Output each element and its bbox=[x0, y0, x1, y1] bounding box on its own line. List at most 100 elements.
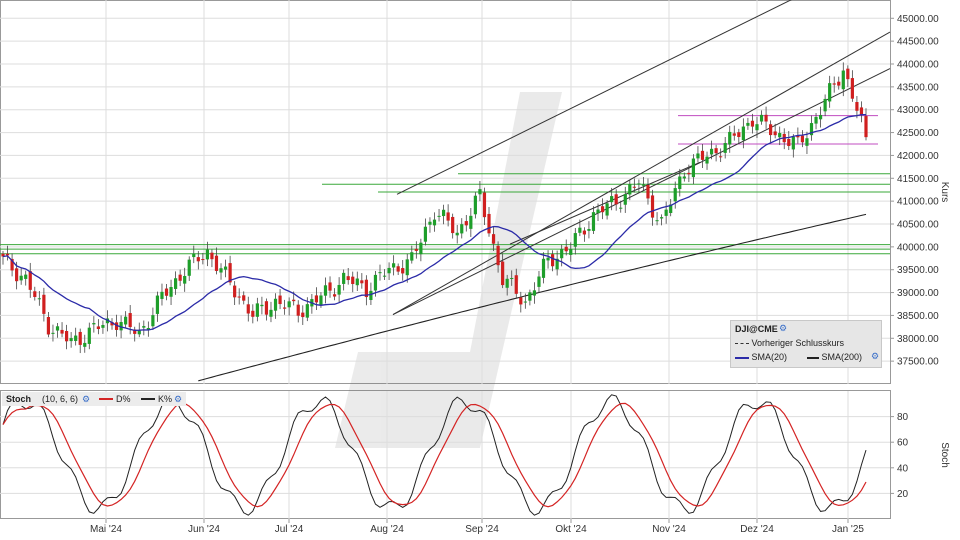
candle-body bbox=[292, 299, 296, 302]
candle-body bbox=[396, 266, 400, 272]
candle-body bbox=[528, 292, 532, 301]
candle-body bbox=[419, 242, 423, 255]
x-tick-label: Mai '24 bbox=[90, 524, 122, 535]
candle-body bbox=[24, 274, 28, 279]
candle-body bbox=[192, 253, 196, 258]
settings-icon[interactable]: ⚙ bbox=[779, 323, 787, 334]
candle-body bbox=[264, 301, 269, 315]
candle-body bbox=[255, 303, 259, 317]
candle-body bbox=[319, 295, 323, 305]
candle-body bbox=[441, 209, 446, 217]
candle-body bbox=[342, 272, 346, 284]
candle-body bbox=[405, 259, 409, 276]
candle-body bbox=[832, 83, 836, 85]
candle-body bbox=[37, 298, 41, 300]
candle-body bbox=[519, 297, 523, 305]
candle-body bbox=[55, 326, 60, 331]
candle-body bbox=[596, 209, 600, 214]
price-tick-label: 42000.00 bbox=[897, 151, 939, 162]
candle-body bbox=[137, 330, 141, 335]
d-line-swatch bbox=[99, 398, 113, 400]
candle-body bbox=[732, 133, 736, 136]
candle-body bbox=[382, 275, 387, 277]
candle-body bbox=[750, 120, 755, 127]
candle-body bbox=[487, 213, 491, 234]
candle-body bbox=[728, 131, 732, 145]
candle-body bbox=[501, 261, 505, 286]
candle-body bbox=[369, 290, 373, 301]
candle-body bbox=[637, 183, 641, 185]
candle-body bbox=[92, 323, 96, 325]
stoch-y-ticks: 80 60 40 20 bbox=[890, 412, 909, 500]
x-tick-label: Dez '24 bbox=[740, 524, 774, 535]
candle-body bbox=[414, 248, 418, 251]
candle-body bbox=[42, 294, 46, 314]
settings-icon[interactable]: ⚙ bbox=[82, 394, 90, 405]
stoch-params: (10, 6, 6) bbox=[42, 394, 79, 404]
candle-body bbox=[392, 263, 396, 268]
candle-body bbox=[423, 226, 428, 242]
candle-body bbox=[664, 209, 668, 216]
candle-body bbox=[837, 81, 841, 86]
price-tick-label: 39000.00 bbox=[897, 288, 939, 299]
candle-body bbox=[569, 249, 573, 255]
price-tick-label: 38500.00 bbox=[897, 311, 939, 322]
price-tick-label: 44500.00 bbox=[897, 37, 939, 48]
settings-icon[interactable]: ⚙ bbox=[174, 394, 182, 405]
legend-sma200-label: SMA(200) bbox=[821, 352, 863, 362]
candle-body bbox=[301, 312, 305, 318]
candle-body bbox=[655, 220, 659, 222]
candle-body bbox=[550, 254, 555, 267]
x-tick-label: Jan '25 bbox=[832, 524, 864, 535]
candle-body bbox=[128, 313, 132, 328]
x-tick-label: Aug '24 bbox=[370, 524, 404, 535]
stoch-axis-title: Stoch bbox=[939, 442, 950, 468]
candle-body bbox=[614, 194, 618, 205]
candle-body bbox=[469, 215, 473, 229]
stoch-tick-label: 20 bbox=[897, 489, 909, 500]
candle-body bbox=[582, 230, 586, 235]
candle-body bbox=[183, 275, 187, 284]
k-line-swatch bbox=[141, 398, 155, 400]
candle-body bbox=[260, 304, 264, 307]
settings-icon[interactable]: ⚙ bbox=[871, 351, 879, 362]
candle-body bbox=[464, 221, 468, 226]
candle-body bbox=[187, 259, 191, 276]
chart-canvas: 45000.00 44500.00 44000.00 43500.00 43000.00… bbox=[0, 0, 950, 535]
candle-body bbox=[273, 298, 278, 311]
candle-body bbox=[578, 227, 582, 233]
candle-body bbox=[641, 184, 646, 186]
candle-body bbox=[687, 172, 691, 175]
candle-body bbox=[96, 326, 100, 330]
legend-symbol: DJI@CME bbox=[735, 324, 778, 334]
candle-body bbox=[764, 114, 768, 122]
candle-body bbox=[841, 70, 845, 90]
candle-body bbox=[201, 259, 205, 261]
candle-body bbox=[60, 329, 64, 334]
candle-body bbox=[632, 186, 636, 188]
candle-body bbox=[769, 124, 773, 136]
candle-body bbox=[178, 274, 182, 281]
candle-body bbox=[705, 156, 709, 164]
candle-body bbox=[5, 253, 10, 256]
candle-body bbox=[691, 158, 695, 178]
candle-body bbox=[523, 301, 527, 303]
candle-body bbox=[314, 295, 319, 303]
candle-body bbox=[169, 287, 173, 297]
price-axis-title: Kurs bbox=[939, 182, 950, 203]
price-tick-label: 43000.00 bbox=[897, 105, 939, 116]
candle-body bbox=[700, 150, 705, 160]
candle-body bbox=[51, 332, 55, 334]
candle-body bbox=[714, 148, 718, 154]
x-tick-label: Nov '24 bbox=[652, 524, 686, 535]
candle-body bbox=[514, 275, 518, 294]
candle-body bbox=[678, 176, 682, 190]
candle-body bbox=[573, 233, 577, 247]
candle-body bbox=[246, 304, 250, 314]
candle-body bbox=[124, 316, 128, 325]
x-tick-label: Okt '24 bbox=[555, 524, 587, 535]
candle-body bbox=[78, 331, 82, 345]
candle-body bbox=[323, 285, 328, 296]
stoch-tick-label: 80 bbox=[897, 412, 909, 423]
candle-body bbox=[709, 148, 714, 155]
